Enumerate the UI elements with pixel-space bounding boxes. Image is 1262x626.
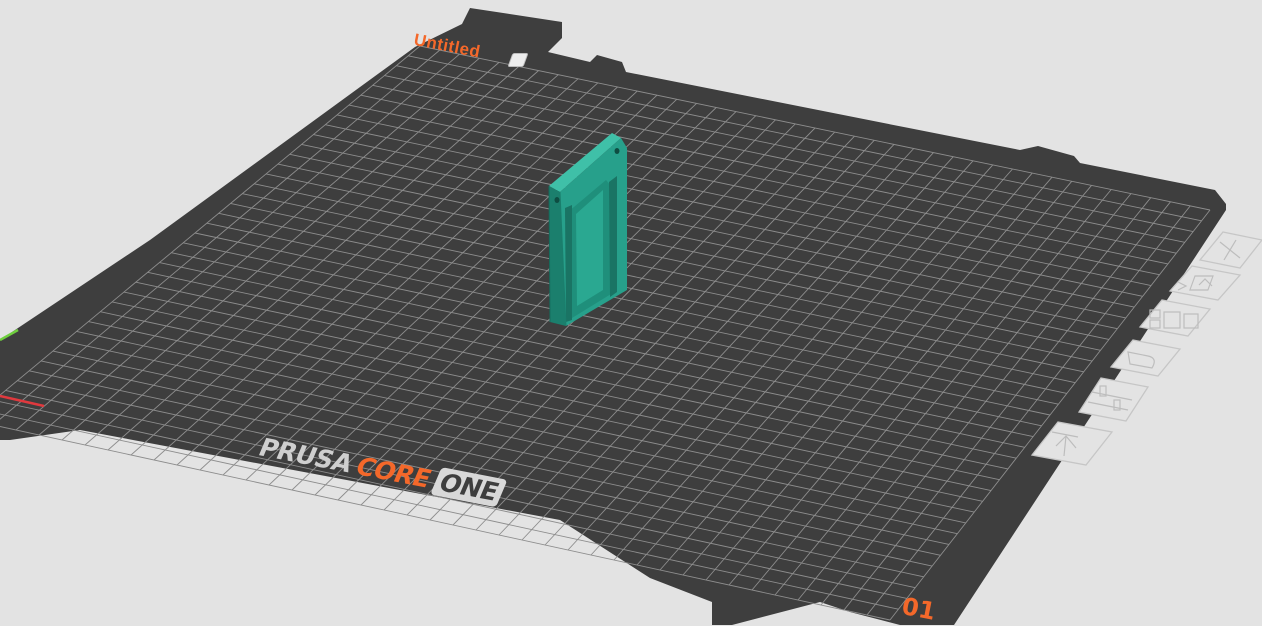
build-plate-scene[interactable] [0, 0, 1262, 625]
plate-number: 01 [899, 592, 938, 626]
3d-viewport[interactable]: Untitled PRUSACOREONE 01 [0, 0, 1262, 626]
build-plate [0, 8, 1226, 625]
